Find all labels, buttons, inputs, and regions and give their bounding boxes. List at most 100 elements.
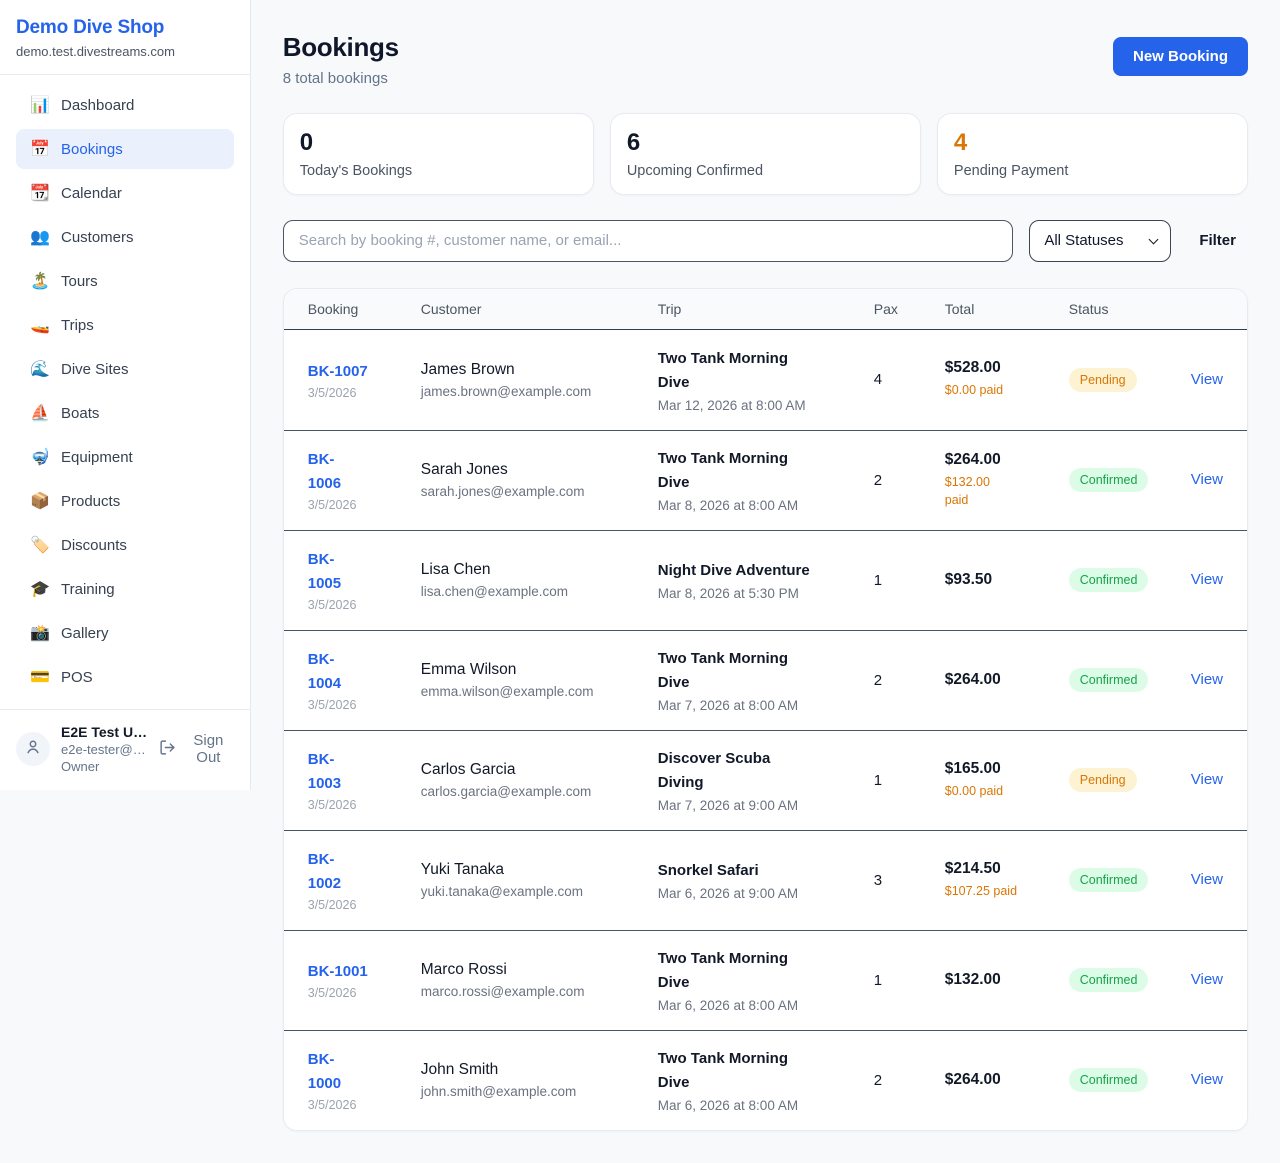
paid-amount: $0.00 paid <box>945 381 1069 400</box>
status-badge: Confirmed <box>1069 468 1149 492</box>
sidebar-item-training[interactable]: 🎓 Training <box>16 569 234 609</box>
calendar-icon: 📅 <box>30 139 50 159</box>
sidebar-item-discounts[interactable]: 🏷️ Discounts <box>16 525 234 565</box>
total-amount: $264.00 <box>945 671 1069 689</box>
booking-number-link[interactable]: BK- 1002 <box>308 848 341 896</box>
sidebar-item-dashboard[interactable]: 📊 Dashboard <box>16 85 234 125</box>
view-link[interactable]: View <box>1191 571 1223 588</box>
table-row: BK- 1004 3/5/2026 Emma Wilson emma.wilso… <box>284 630 1247 730</box>
trip-datetime: Mar 7, 2026 at 8:00 AM <box>658 698 874 713</box>
sidebar-item-label: Trips <box>61 317 94 334</box>
booking-date: 3/5/2026 <box>308 798 421 812</box>
graduation-cap-icon: 🎓 <box>30 579 50 599</box>
customer-name: Carlos Garcia <box>421 761 658 779</box>
package-icon: 📦 <box>30 491 50 511</box>
status-badge: Confirmed <box>1069 868 1149 892</box>
view-link[interactable]: View <box>1191 671 1223 688</box>
total-amount: $132.00 <box>945 971 1069 989</box>
sidebar-item-label: Discounts <box>61 537 127 554</box>
stat-card-upcoming-confirmed: 6 Upcoming Confirmed <box>610 113 921 195</box>
search-input[interactable] <box>283 220 1014 262</box>
stat-label: Pending Payment <box>954 163 1231 179</box>
sidebar-item-customers[interactable]: 👥 Customers <box>16 217 234 257</box>
booking-number-link[interactable]: BK-1007 <box>308 360 368 384</box>
view-link[interactable]: View <box>1191 871 1223 888</box>
booking-date: 3/5/2026 <box>308 498 421 512</box>
stat-card-pending-payment: 4 Pending Payment <box>937 113 1248 195</box>
sidebar-item-label: Boats <box>61 405 99 422</box>
sidebar-item-equipment[interactable]: 🤿 Equipment <box>16 437 234 477</box>
user-icon <box>24 738 42 761</box>
user-meta: E2E Test U… e2e-tester@… Owner <box>61 724 148 774</box>
view-link[interactable]: View <box>1191 971 1223 988</box>
column-header-pax: Pax <box>874 301 945 317</box>
customer-name: James Brown <box>421 361 658 379</box>
brand-name[interactable]: Demo Dive Shop <box>16 17 234 39</box>
total-amount: $264.00 <box>945 1071 1069 1089</box>
view-link[interactable]: View <box>1191 1071 1223 1088</box>
booking-number-link[interactable]: BK- 1005 <box>308 548 341 596</box>
table-row: BK- 1003 3/5/2026 Carlos Garcia carlos.g… <box>284 730 1247 830</box>
trip-name: Two Tank Morning Dive <box>658 947 874 995</box>
view-link[interactable]: View <box>1191 371 1223 388</box>
sidebar-item-dive-sites[interactable]: 🌊 Dive Sites <box>16 349 234 389</box>
sign-out-button[interactable]: Sign Out <box>159 732 234 766</box>
column-header-customer: Customer <box>421 301 658 317</box>
sidebar-item-boats[interactable]: ⛵ Boats <box>16 393 234 433</box>
stat-label: Upcoming Confirmed <box>627 163 904 179</box>
status-select[interactable]: All Statuses <box>1029 220 1171 262</box>
user-name: E2E Test U… <box>61 724 148 740</box>
total-bookings-count: 8 total bookings <box>283 70 399 87</box>
sailboat-icon: ⛵ <box>30 403 50 423</box>
pax-count: 2 <box>874 1072 945 1089</box>
sidebar-item-label: Customers <box>61 229 134 246</box>
sidebar-item-label: Tours <box>61 273 98 290</box>
sidebar-item-bookings[interactable]: 📅 Bookings <box>16 129 234 169</box>
customer-email: james.brown@example.com <box>421 384 658 399</box>
table-row: BK- 1005 3/5/2026 Lisa Chen lisa.chen@ex… <box>284 530 1247 630</box>
filter-button[interactable]: Filter <box>1187 232 1248 249</box>
booking-number-link[interactable]: BK-1001 <box>308 960 368 984</box>
trip-datetime: Mar 8, 2026 at 8:00 AM <box>658 498 874 513</box>
sidebar-user-footer: E2E Test U… e2e-tester@… Owner Sign Out <box>0 709 250 790</box>
customer-email: lisa.chen@example.com <box>421 584 658 599</box>
page: Demo Dive Shop demo.test.divestreams.com… <box>0 0 1280 1163</box>
sidebar-item-pos[interactable]: 💳 POS <box>16 657 234 697</box>
sidebar-item-label: Equipment <box>61 449 133 466</box>
table-row: BK- 1006 3/5/2026 Sarah Jones sarah.jone… <box>284 430 1247 530</box>
sidebar-item-trips[interactable]: 🚤 Trips <box>16 305 234 345</box>
new-booking-button[interactable]: New Booking <box>1113 37 1248 76</box>
booking-date: 3/5/2026 <box>308 898 421 912</box>
column-header-trip: Trip <box>658 301 874 317</box>
sidebar-item-gallery[interactable]: 📸 Gallery <box>16 613 234 653</box>
booking-number-link[interactable]: BK- 1000 <box>308 1048 341 1096</box>
trip-datetime: Mar 7, 2026 at 9:00 AM <box>658 798 874 813</box>
sidebar-item-products[interactable]: 📦 Products <box>16 481 234 521</box>
booking-date: 3/5/2026 <box>308 386 421 400</box>
booking-number-link[interactable]: BK- 1004 <box>308 648 341 696</box>
view-link[interactable]: View <box>1191 771 1223 788</box>
table-row: BK- 1002 3/5/2026 Yuki Tanaka yuki.tanak… <box>284 830 1247 930</box>
tear-off-calendar-icon: 📆 <box>30 183 50 203</box>
bookings-table: BookingCustomerTripPaxTotalStatus BK-100… <box>283 288 1248 1131</box>
sidebar-item-label: Dashboard <box>61 97 134 114</box>
total-amount: $528.00 <box>945 359 1069 377</box>
filter-row: All Statuses Filter <box>283 220 1248 262</box>
stat-value: 0 <box>300 129 577 158</box>
booking-number-link[interactable]: BK- 1003 <box>308 748 341 796</box>
bar-chart-icon: 📊 <box>30 95 50 115</box>
column-header-status: Status <box>1069 301 1191 317</box>
sidebar-item-label: Gallery <box>61 625 109 642</box>
diving-mask-icon: 🤿 <box>30 447 50 467</box>
table-row: BK-1001 3/5/2026 Marco Rossi marco.rossi… <box>284 930 1247 1030</box>
sidebar-item-tours[interactable]: 🏝️ Tours <box>16 261 234 301</box>
camera-icon: 📸 <box>30 623 50 643</box>
total-amount: $264.00 <box>945 451 1069 469</box>
pax-count: 4 <box>874 371 945 388</box>
sidebar-nav: 📊 Dashboard 📅 Bookings 📆 Calendar 👥 Cust… <box>0 75 250 709</box>
booking-number-link[interactable]: BK- 1006 <box>308 448 341 496</box>
view-link[interactable]: View <box>1191 471 1223 488</box>
main-content: Bookings 8 total bookings New Booking 0 … <box>251 0 1280 1163</box>
stat-value: 4 <box>954 129 1231 158</box>
sidebar-item-calendar[interactable]: 📆 Calendar <box>16 173 234 213</box>
